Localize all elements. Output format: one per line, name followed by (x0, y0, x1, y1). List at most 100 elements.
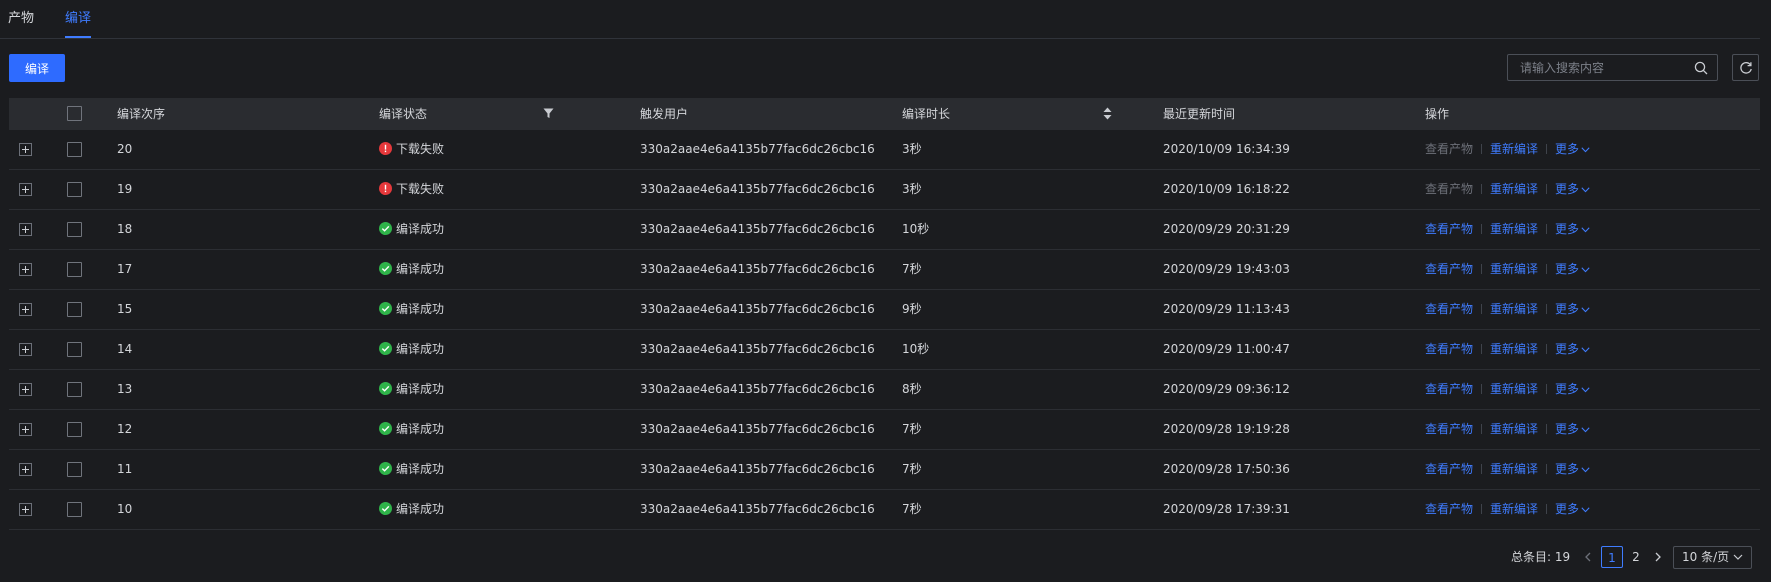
cell-status: 编译成功 (379, 450, 444, 489)
rebuild-link[interactable]: 重新编译 (1490, 302, 1538, 316)
expand-row-icon[interactable] (19, 143, 32, 156)
cell-actions: 查看产物 重新编译 更多 (1425, 170, 1590, 209)
rebuild-link[interactable]: 重新编译 (1490, 422, 1538, 436)
cell-user: 330a2aae4e6a4135b77fac6dc26cbc16 (640, 462, 875, 476)
more-menu[interactable]: 更多 (1555, 342, 1590, 356)
more-label: 更多 (1555, 182, 1580, 196)
chevron-down-icon (1579, 222, 1590, 236)
build-page: 产物 编译 编译 编译次序 编译状态 触发用户 编译时长 最近更新时间 (0, 0, 1771, 582)
search-input[interactable] (1508, 55, 1688, 80)
cell-actions: 查看产物 重新编译 更多 (1425, 490, 1590, 529)
chevron-down-icon (1579, 142, 1590, 156)
pagination-next-icon[interactable] (1652, 549, 1664, 565)
status-text: 编译成功 (396, 382, 445, 396)
expand-row-icon[interactable] (19, 303, 32, 316)
view-artifacts-link[interactable]: 查看产物 (1425, 142, 1473, 156)
rebuild-link[interactable]: 重新编译 (1490, 182, 1538, 196)
search-icon[interactable] (1694, 61, 1708, 75)
more-label: 更多 (1555, 422, 1580, 436)
rebuild-link[interactable]: 重新编译 (1490, 382, 1538, 396)
action-divider (1481, 224, 1483, 234)
status-text: 编译成功 (396, 302, 445, 316)
row-checkbox[interactable] (67, 182, 82, 197)
more-menu[interactable]: 更多 (1555, 302, 1590, 316)
row-checkbox[interactable] (67, 502, 82, 517)
expand-row-icon[interactable] (19, 263, 32, 276)
row-checkbox[interactable] (67, 422, 82, 437)
expand-row-icon[interactable] (19, 463, 32, 476)
view-artifacts-link[interactable]: 查看产物 (1425, 382, 1473, 396)
pagination-prev-icon[interactable] (1582, 549, 1594, 565)
view-artifacts-link[interactable]: 查看产物 (1425, 222, 1473, 236)
expand-row-icon[interactable] (19, 343, 32, 356)
rebuild-link[interactable]: 重新编译 (1490, 502, 1538, 516)
rebuild-link[interactable]: 重新编译 (1490, 342, 1538, 356)
cell-actions: 查看产物 重新编译 更多 (1425, 370, 1590, 409)
row-checkbox[interactable] (67, 302, 82, 317)
cell-user: 330a2aae4e6a4135b77fac6dc26cbc16 (640, 142, 875, 156)
cell-user: 330a2aae4e6a4135b77fac6dc26cbc16 (640, 262, 875, 276)
cell-updated: 2020/10/09 16:18:22 (1163, 182, 1290, 196)
refresh-button[interactable] (1732, 54, 1759, 81)
more-menu[interactable]: 更多 (1555, 182, 1590, 196)
cell-status: 编译成功 (379, 290, 444, 329)
more-menu[interactable]: 更多 (1555, 462, 1590, 476)
rebuild-link[interactable]: 重新编译 (1490, 262, 1538, 276)
action-divider (1481, 144, 1483, 154)
rebuild-link[interactable]: 重新编译 (1490, 462, 1538, 476)
success-icon (379, 342, 392, 355)
pagination-page-2[interactable]: 2 (1625, 546, 1647, 568)
row-checkbox[interactable] (67, 342, 82, 357)
action-divider (1546, 224, 1548, 234)
status-text: 编译成功 (396, 262, 445, 276)
row-checkbox[interactable] (67, 142, 82, 157)
more-menu[interactable]: 更多 (1555, 262, 1590, 276)
cell-status: 编译成功 (379, 490, 444, 529)
cell-user: 330a2aae4e6a4135b77fac6dc26cbc16 (640, 182, 875, 196)
col-updated[interactable]: 最近更新时间 (1163, 98, 1235, 130)
compile-button[interactable]: 编译 (9, 54, 65, 82)
table-body: 20 下载失败 330a2aae4e6a4135b77fac6dc26cbc16 3秒… (9, 130, 1760, 530)
cell-updated: 2020/09/29 20:31:29 (1163, 222, 1290, 236)
rebuild-link[interactable]: 重新编译 (1490, 142, 1538, 156)
view-artifacts-link[interactable]: 查看产物 (1425, 342, 1473, 356)
page-size-select[interactable]: 10 条/页 (1673, 546, 1752, 569)
view-artifacts-link[interactable]: 查看产物 (1425, 502, 1473, 516)
filter-icon[interactable] (543, 108, 554, 119)
action-divider (1481, 184, 1483, 194)
pagination-page-1[interactable]: 1 (1601, 546, 1623, 568)
cell-duration: 3秒 (902, 142, 922, 156)
row-checkbox[interactable] (67, 382, 82, 397)
view-artifacts-link[interactable]: 查看产物 (1425, 262, 1473, 276)
view-artifacts-link[interactable]: 查看产物 (1425, 302, 1473, 316)
row-checkbox[interactable] (67, 462, 82, 477)
more-menu[interactable]: 更多 (1555, 422, 1590, 436)
sort-icon[interactable] (1103, 107, 1112, 120)
tab-artifacts[interactable]: 产物 (8, 9, 34, 38)
table-row: 13 编译成功 330a2aae4e6a4135b77fac6dc26cbc16 8秒… (9, 370, 1760, 410)
cell-actions: 查看产物 重新编译 更多 (1425, 330, 1590, 369)
rebuild-link[interactable]: 重新编译 (1490, 222, 1538, 236)
more-menu[interactable]: 更多 (1555, 222, 1590, 236)
expand-row-icon[interactable] (19, 223, 32, 236)
select-all-checkbox[interactable] (67, 106, 82, 121)
view-artifacts-link[interactable]: 查看产物 (1425, 462, 1473, 476)
status-text: 下载失败 (396, 182, 445, 196)
expand-row-icon[interactable] (19, 423, 32, 436)
action-divider (1481, 424, 1483, 434)
view-artifacts-link[interactable]: 查看产物 (1425, 182, 1473, 196)
tab-compile[interactable]: 编译 (65, 9, 92, 38)
success-icon (379, 382, 392, 395)
cell-duration: 8秒 (902, 382, 922, 396)
row-checkbox[interactable] (67, 222, 82, 237)
expand-row-icon[interactable] (19, 383, 32, 396)
row-checkbox[interactable] (67, 262, 82, 277)
cell-status: 下载失败 (379, 170, 444, 209)
more-menu[interactable]: 更多 (1555, 502, 1590, 516)
expand-row-icon[interactable] (19, 183, 32, 196)
expand-row-icon[interactable] (19, 503, 32, 516)
view-artifacts-link[interactable]: 查看产物 (1425, 422, 1473, 436)
more-menu[interactable]: 更多 (1555, 142, 1590, 156)
action-divider (1546, 184, 1548, 194)
more-menu[interactable]: 更多 (1555, 382, 1590, 396)
